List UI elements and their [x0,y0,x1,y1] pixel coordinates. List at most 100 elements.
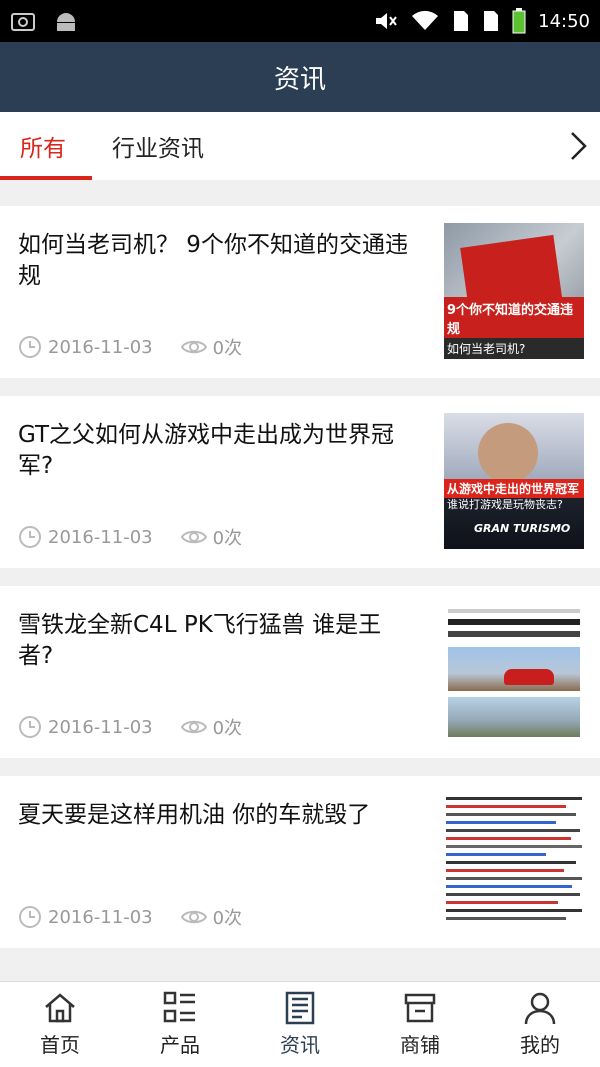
eye-icon [180,910,207,924]
category-tabs: 所有 行业资讯 [0,112,600,180]
clock-icon [19,716,41,738]
chevron-right-icon [571,132,587,160]
news-views: 0次 [180,904,243,930]
thumbnail-text-line [446,861,576,864]
thumbnail-text-line [446,909,582,912]
tabs-more-button[interactable] [568,112,588,180]
thumbnail-text-line [448,631,580,637]
thumbnail-text-line [446,797,582,800]
red-car [504,669,554,685]
battery-icon [512,8,526,34]
clock-icon [19,906,41,928]
news-date: 2016-11-03 [48,526,153,548]
thumbnail-text-line [446,885,572,888]
news-item[interactable]: 夏天要是这样用机油 你的车就毁了 2016-11-03 0次 [0,776,600,948]
wifi-icon [412,10,439,30]
news-text: 雪铁龙全新C4L PK飞行猛兽 谁是王者? 2016-11-03 0次 [0,586,444,758]
news-meta: 2016-11-03 0次 [18,524,242,550]
tab-label: 行业资讯 [112,136,204,162]
news-thumbnail: 从游戏中走出的世界冠军 谁说打游戏是玩物丧志? GRAN TURISMO [444,413,584,549]
news-date: 2016-11-03 [48,906,153,928]
nav-shop[interactable]: 商铺 [360,982,480,1067]
news-views-count: 0次 [212,908,243,929]
bottom-nav: 首页 产品 资讯 商铺 我的 [0,981,600,1067]
news-views: 0次 [180,714,243,740]
thumbnail-text-line [446,901,558,904]
eye-icon [180,340,207,354]
clock-icon [19,336,41,358]
news-text: GT之父如何从游戏中走出成为世界冠军? 2016-11-03 0次 [0,396,444,568]
eye-icon [180,720,207,734]
nav-label: 首页 [40,1033,80,1057]
news-item[interactable]: 雪铁龙全新C4L PK飞行猛兽 谁是王者? 2016-11-03 0次 [0,586,600,758]
news-text: 夏天要是这样用机油 你的车就毁了 2016-11-03 0次 [0,776,444,948]
nav-home[interactable]: 首页 [0,982,120,1067]
news-meta: 2016-11-03 0次 [18,714,242,740]
nav-news[interactable]: 资讯 [240,982,360,1067]
mute-icon [376,13,397,29]
thumbnail-text-line [446,869,564,872]
news-title: 如何当老司机？ 9个你不知道的交通违规 [18,232,408,289]
helicopter-photo [448,697,580,737]
thumbnail-text-line [446,893,580,896]
thumbnail-text-line [446,829,580,832]
thumbnail-text-line [446,877,582,880]
news-views-count: 0次 [212,718,243,739]
clock-icon [19,526,41,548]
shop-icon [404,993,436,1023]
news-icon [285,991,315,1025]
tab-label: 所有 [20,136,66,162]
thumbnail-text-line [446,917,566,920]
thumbnail-text-line [448,609,580,613]
news-date: 2016-11-03 [48,336,153,358]
news-views-count: 0次 [212,528,243,549]
nav-products[interactable]: 产品 [120,982,240,1067]
news-item[interactable]: 如何当老司机？ 9个你不知道的交通违规 2016-11-03 0次 9个你不知道… [0,206,600,378]
eye-icon [180,530,207,544]
tab-industry-news[interactable]: 行业资讯 [92,112,224,180]
user-icon [524,992,556,1025]
thumbnail-text-line [446,813,576,816]
person-photo [478,423,538,483]
tab-all[interactable]: 所有 [0,112,92,180]
nav-mine[interactable]: 我的 [480,982,600,1067]
news-views: 0次 [180,524,243,550]
nav-label: 资讯 [280,1033,320,1057]
news-date: 2016-11-03 [48,716,153,738]
status-bar: 14:50 [0,0,600,42]
thumbnail-text-line [446,837,571,840]
nav-label: 我的 [520,1033,560,1057]
news-list: 如何当老司机？ 9个你不知道的交通违规 2016-11-03 0次 9个你不知道… [0,206,600,948]
news-thumbnail [444,793,584,929]
news-text: 如何当老司机？ 9个你不知道的交通违规 2016-11-03 0次 [0,206,444,378]
news-title: 雪铁龙全新C4L PK飞行猛兽 谁是王者? [18,612,382,669]
news-item[interactable]: GT之父如何从游戏中走出成为世界冠军? 2016-11-03 0次 从游戏中走出… [0,396,600,568]
news-title: GT之父如何从游戏中走出成为世界冠军? [18,422,395,479]
thumbnail-text-line [448,619,580,625]
thumbnail-subcaption: 谁说打游戏是玩物丧志? [447,498,563,511]
nav-label: 商铺 [400,1033,440,1057]
news-views-count: 0次 [212,338,243,359]
news-views: 0次 [180,334,243,360]
page-title: 资讯 [273,64,326,95]
grid-list-icon [163,991,195,1023]
news-title: 夏天要是这样用机油 你的车就毁了 [18,802,371,828]
screenshot-icon [11,13,35,31]
thumbnail-text-line [446,845,582,848]
gran-turismo-logo: GRAN TURISMO [474,522,571,535]
thumbnail-subcaption: 如何当老司机? [444,338,584,359]
thumbnail-text-line [446,805,566,808]
sim1-icon [454,11,469,31]
news-thumbnail: 9个你不知道的交通违规 如何当老司机? [444,223,584,359]
thumbnail-text-line [446,821,556,824]
home-icon [45,993,75,1023]
news-meta: 2016-11-03 0次 [18,334,242,360]
thumbnail-caption: 9个你不知道的交通违规 [444,297,584,339]
news-meta: 2016-11-03 0次 [18,904,242,930]
status-time: 14:50 [538,10,590,32]
android-icon [57,13,75,31]
page-header: 资讯 [0,42,600,112]
thumbnail-text-line [446,853,546,856]
nav-label: 产品 [160,1033,200,1057]
news-thumbnail [444,603,584,739]
